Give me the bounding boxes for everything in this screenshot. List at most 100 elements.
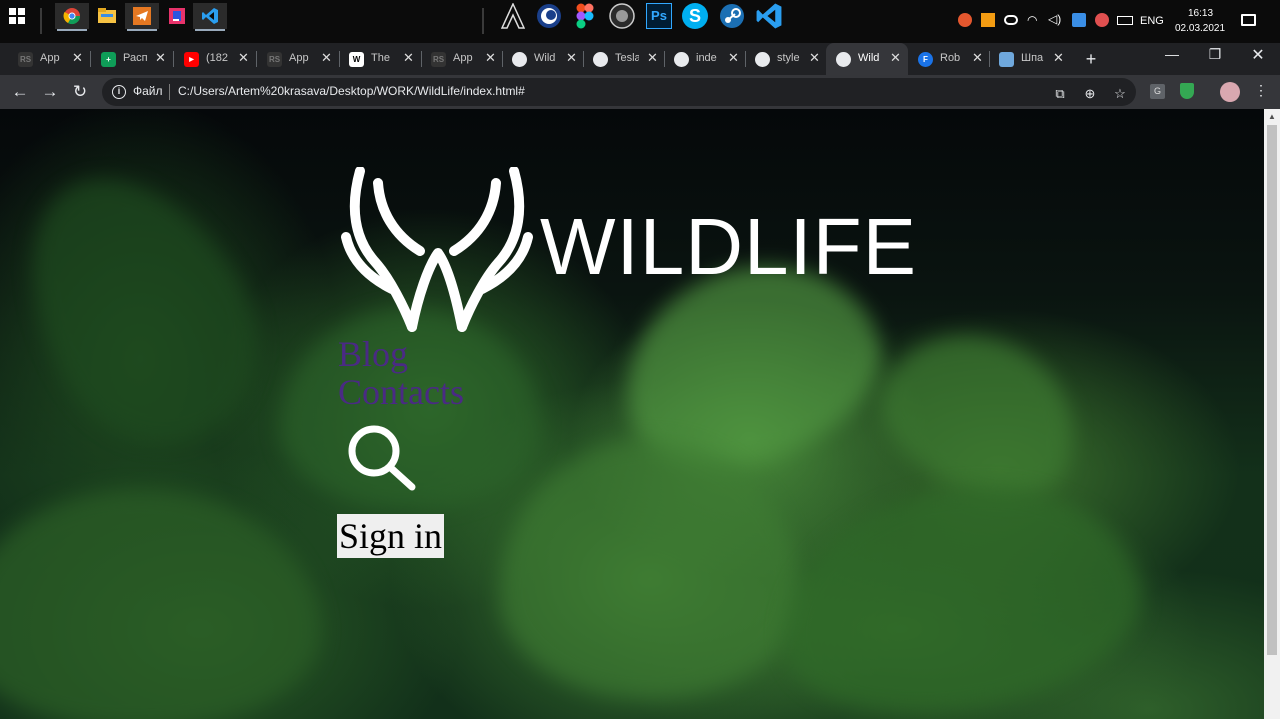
browser-tab[interactable]: style ✕ — [745, 43, 827, 75]
zoom-icon[interactable]: ⊕ — [1082, 86, 1098, 102]
close-window-icon[interactable]: ✕ — [1238, 45, 1278, 65]
tab-favicon: RS — [18, 52, 33, 67]
assassins-creed-icon[interactable] — [496, 3, 530, 29]
volume-icon[interactable]: ◁) — [1048, 12, 1061, 26]
figma-icon[interactable] — [568, 3, 602, 29]
tab-favicon: F — [918, 52, 933, 67]
browser-tab[interactable]: RS App ✕ — [8, 43, 90, 75]
browser-tab[interactable]: ▶ (182 ✕ — [174, 43, 256, 75]
tab-close-icon[interactable]: ✕ — [1053, 50, 1064, 66]
logo-wordmark[interactable]: WILDLIFE — [540, 207, 917, 287]
browser-tab-active[interactable]: Wild ✕ — [826, 43, 908, 75]
clock-date[interactable]: 02.03.2021 — [1175, 23, 1225, 34]
tab-title: (182 — [206, 52, 229, 64]
tab-close-icon[interactable]: ✕ — [647, 50, 658, 66]
wildlife-antlers-logo-icon — [341, 167, 533, 332]
address-divider — [169, 84, 170, 100]
scheme-label: Файл — [133, 84, 163, 98]
translate-icon[interactable]: ⧉ — [1052, 86, 1068, 102]
language-indicator[interactable]: ENG — [1140, 15, 1164, 27]
browser-tab[interactable]: inde ✕ — [664, 43, 746, 75]
tray-app-icon[interactable] — [1095, 13, 1109, 27]
browser-tab[interactable]: + Расп ✕ — [91, 43, 173, 75]
wifi-icon[interactable]: ◠ — [1027, 13, 1037, 27]
tray-link-icon[interactable] — [1004, 15, 1018, 25]
obs-icon[interactable] — [605, 3, 639, 29]
tray-app-icon[interactable] — [1072, 13, 1086, 27]
tab-close-icon[interactable]: ✕ — [403, 50, 414, 66]
page-scrollbar[interactable]: ▲ — [1264, 109, 1280, 719]
globe-icon — [512, 52, 527, 67]
tab-title: The — [371, 52, 390, 64]
browser-tab[interactable]: F Rob ✕ — [908, 43, 990, 75]
profile-avatar[interactable] — [1220, 82, 1240, 102]
browser-tab[interactable]: Tesla ✕ — [583, 43, 665, 75]
info-icon[interactable]: i — [112, 85, 126, 99]
background-leaf — [500, 439, 800, 699]
scrollbar-thumb[interactable] — [1267, 125, 1277, 655]
browser-menu-icon[interactable]: ⋮ — [1254, 82, 1268, 99]
browser-tab[interactable]: RS App ✕ — [421, 43, 503, 75]
tab-close-icon[interactable]: ✕ — [72, 50, 83, 66]
cinema4d-icon[interactable] — [532, 3, 566, 29]
forward-button[interactable]: → — [39, 81, 61, 103]
jetbrains-icon[interactable] — [160, 3, 194, 29]
taskbar-separator — [482, 8, 484, 34]
new-tab-button[interactable]: + — [1080, 49, 1102, 71]
globe-icon — [593, 52, 608, 67]
tab-close-icon[interactable]: ✕ — [890, 50, 901, 66]
nav-link-blog[interactable]: Blog — [338, 335, 464, 373]
taskbar-separator — [40, 8, 42, 34]
browser-tab[interactable]: W The ✕ — [339, 43, 421, 75]
tab-close-icon[interactable]: ✕ — [728, 50, 739, 66]
url-text[interactable]: C:/Users/Artem%20krasava/Desktop/WORK/Wi… — [178, 84, 525, 98]
reload-button[interactable]: ↻ — [69, 81, 91, 103]
tab-favicon: RS — [431, 52, 446, 67]
clock-time[interactable]: 16:13 — [1188, 8, 1213, 19]
minimize-icon[interactable]: — — [1152, 46, 1192, 62]
address-bar[interactable]: i Файл C:/Users/Artem%20krasava/Desktop/… — [102, 78, 1136, 106]
sign-in-button[interactable]: Sign in — [337, 514, 444, 558]
tab-close-icon[interactable]: ✕ — [238, 50, 249, 66]
photoshop-icon[interactable]: Ps — [642, 3, 676, 29]
chrome-icon[interactable] — [55, 3, 89, 31]
tab-title: style — [777, 52, 800, 64]
file-explorer-icon[interactable] — [90, 3, 124, 29]
page-viewport: WILDLIFE Blog Contacts Sign in — [0, 109, 1264, 719]
tray-app-icon[interactable] — [958, 13, 972, 27]
tray-app-icon[interactable] — [981, 13, 995, 27]
tab-close-icon[interactable]: ✕ — [972, 50, 983, 66]
tab-favicon: RS — [267, 52, 282, 67]
vscode-icon[interactable] — [752, 3, 786, 29]
background-leaf — [0, 489, 320, 719]
browser-tab[interactable]: RS App ✕ — [257, 43, 339, 75]
tab-close-icon[interactable]: ✕ — [321, 50, 332, 66]
tab-favicon: W — [349, 52, 364, 67]
browser-tab[interactable]: Шпа ✕ — [989, 43, 1071, 75]
restore-icon[interactable]: ❐ — [1195, 46, 1235, 63]
search-icon[interactable] — [346, 423, 418, 493]
tab-title: Tesla — [615, 52, 639, 64]
tab-close-icon[interactable]: ✕ — [566, 50, 577, 66]
tab-close-icon[interactable]: ✕ — [155, 50, 166, 66]
battery-icon[interactable] — [1117, 16, 1133, 25]
notification-icon[interactable] — [1241, 14, 1256, 26]
nav-link-contacts[interactable]: Contacts — [338, 373, 464, 411]
shield-extension-icon[interactable] — [1180, 83, 1194, 99]
tab-favicon: ▶ — [184, 52, 199, 67]
back-button[interactable]: ← — [9, 81, 31, 103]
globe-icon — [755, 52, 770, 67]
tab-title: Расп — [123, 52, 147, 64]
bookmark-star-icon[interactable]: ☆ — [1112, 86, 1128, 102]
scroll-up-arrow-icon[interactable]: ▲ — [1264, 109, 1280, 125]
windows-start-icon[interactable] — [0, 3, 34, 29]
tab-close-icon[interactable]: ✕ — [809, 50, 820, 66]
tab-title: App — [40, 52, 60, 64]
browser-tab[interactable]: Wild ✕ — [502, 43, 584, 75]
grammarly-extension-icon[interactable]: G — [1150, 84, 1165, 99]
skype-icon[interactable]: S — [678, 3, 712, 29]
vscode-icon[interactable] — [193, 3, 227, 31]
steam-icon[interactable] — [715, 3, 749, 29]
telegram-icon[interactable] — [125, 3, 159, 31]
tab-close-icon[interactable]: ✕ — [485, 50, 496, 66]
